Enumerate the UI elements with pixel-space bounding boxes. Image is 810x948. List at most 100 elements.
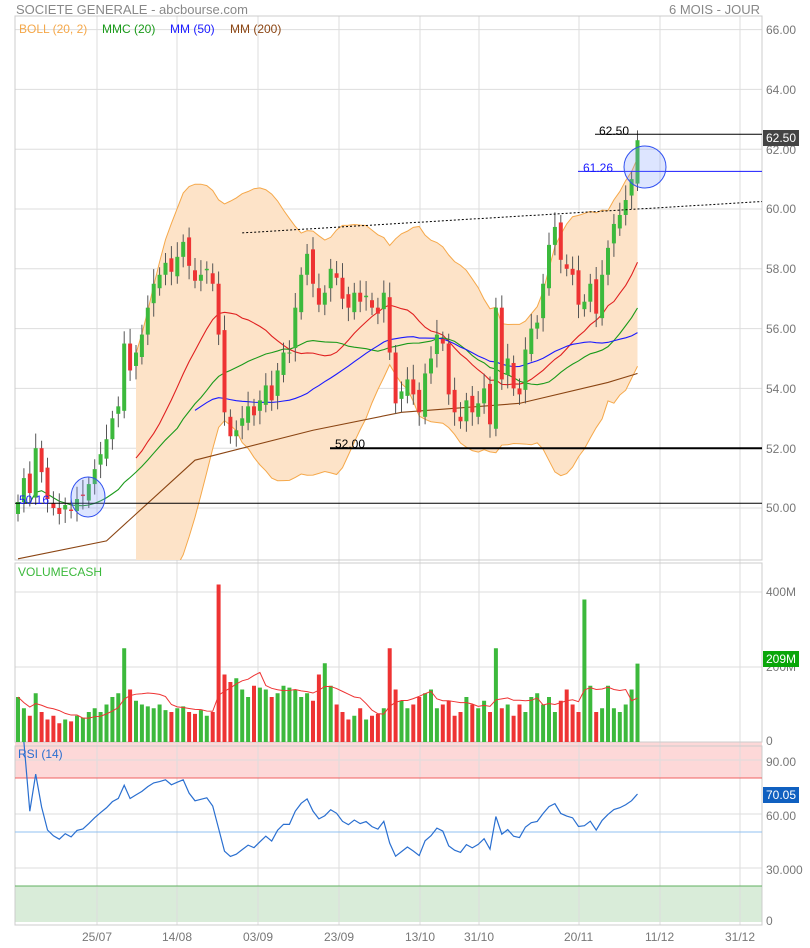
candle-body — [187, 237, 192, 266]
candle-body — [623, 200, 628, 215]
candle-body — [69, 509, 74, 511]
volume-axis-label: 0 — [766, 734, 773, 748]
candle-body — [417, 389, 422, 413]
volume-bar — [86, 712, 91, 742]
volume-bar — [193, 713, 197, 742]
volume-bar — [511, 715, 516, 742]
chart-canvas[interactable] — [0, 0, 810, 948]
candle-body — [393, 352, 398, 404]
candle-body — [517, 388, 522, 395]
volume-bar — [57, 723, 62, 742]
volume-bar — [181, 706, 186, 742]
price-axis-label: 58.00 — [766, 262, 797, 277]
volume-bar — [623, 704, 628, 742]
volume-bar — [128, 689, 133, 742]
volume-bar — [482, 700, 487, 742]
volume-bar — [216, 584, 221, 742]
candle-body — [39, 448, 44, 473]
candle-body — [570, 268, 575, 275]
volume-bar — [340, 712, 345, 742]
volume-bar — [370, 715, 374, 742]
volume-bar — [252, 685, 256, 742]
volume-bar — [169, 712, 174, 742]
candle-body — [204, 268, 209, 271]
candle-body — [411, 379, 416, 395]
highlight-circle — [70, 476, 106, 518]
volume-bar — [606, 685, 610, 742]
volume-bar — [600, 708, 605, 742]
candle-body — [364, 295, 369, 298]
candle-body — [193, 270, 197, 281]
candle-body — [128, 343, 133, 371]
candle-body — [110, 418, 115, 440]
candle-body — [429, 358, 433, 374]
candle-body — [145, 307, 150, 335]
volume-bar — [446, 700, 451, 742]
candle-body — [305, 253, 310, 275]
volume-bar — [281, 685, 286, 742]
volume-bar — [110, 697, 115, 742]
volume-bar — [204, 715, 209, 742]
price-axis-label: 54.00 — [766, 381, 797, 396]
volume-bar — [523, 712, 528, 742]
volume-bar — [529, 697, 534, 742]
volume-bar — [423, 693, 428, 742]
candle-body — [157, 274, 162, 289]
candle-body — [281, 352, 286, 375]
volume-bar — [122, 648, 127, 742]
volume-bar — [63, 719, 68, 742]
candle-body — [252, 406, 256, 416]
candle-body — [98, 454, 103, 465]
volume-bar — [358, 708, 363, 742]
candle-body — [547, 244, 551, 289]
volume-bar — [293, 689, 298, 742]
volume-bar — [346, 719, 351, 742]
candle-body — [257, 400, 262, 411]
volume-bar — [393, 689, 398, 742]
candle-body — [139, 334, 144, 358]
price-axis-label: 60.00 — [766, 202, 797, 217]
candle-body — [617, 214, 622, 229]
candle-body — [334, 273, 339, 278]
candle-body — [499, 307, 504, 380]
volume-bar — [175, 708, 180, 742]
candle-body — [600, 274, 605, 319]
candle-body — [488, 383, 492, 425]
volume-bar — [246, 697, 251, 742]
candle-body — [269, 385, 274, 401]
volume-bar — [21, 708, 26, 742]
legend-mm50: MM (50) — [170, 22, 215, 36]
volume-bar — [476, 708, 481, 742]
volume-bar — [145, 706, 150, 742]
volume-bar — [75, 715, 79, 742]
candle-body — [275, 370, 280, 396]
volume-bar — [364, 719, 369, 742]
candle-body — [198, 274, 203, 281]
volume-bar — [328, 685, 333, 742]
candle-body — [216, 283, 221, 335]
candle-body — [240, 418, 245, 426]
legend-mmc20: MMC (20) — [102, 22, 156, 36]
candle-body — [452, 389, 457, 413]
candle-body — [352, 292, 357, 313]
volume-bar — [322, 663, 327, 742]
volume-bar — [263, 689, 268, 742]
volume-bar — [493, 648, 498, 742]
price-axis-label: 50.00 — [766, 501, 797, 516]
candle-body — [423, 373, 428, 417]
level-6250-label: 62.50 — [599, 124, 630, 138]
candle-body — [51, 503, 56, 508]
candle-body — [228, 416, 233, 437]
volume-axis-label: 400M — [766, 585, 797, 599]
price-plot — [15, 130, 762, 560]
period-label[interactable]: 6 MOIS - JOUR — [669, 2, 760, 17]
candle-body — [523, 349, 528, 390]
volume-bar — [617, 712, 622, 742]
candle-body — [493, 307, 498, 429]
volume-bar — [92, 708, 97, 742]
candle-body — [222, 330, 227, 413]
price-axis-label: 64.00 — [766, 82, 797, 97]
volume-bar — [499, 708, 504, 742]
rsi-axis-label: 90.00 — [766, 755, 797, 769]
candle-body — [175, 256, 180, 277]
